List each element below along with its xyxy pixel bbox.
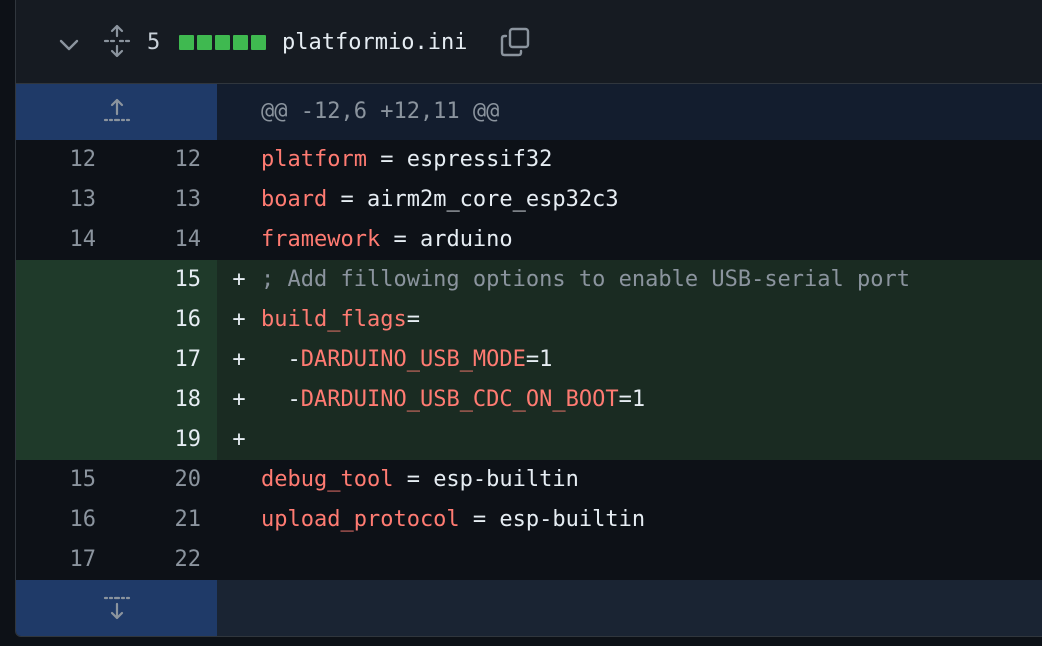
code-line: upload_protocol = esp-builtin xyxy=(217,500,1042,540)
context-line-row: 13 13 board = airm2m_core_esp32c3 xyxy=(16,180,1042,220)
diffstat-bar xyxy=(179,35,194,50)
code-value: = xyxy=(406,307,420,332)
old-line-number[interactable]: 13 xyxy=(16,180,97,220)
new-line-number[interactable]: 22 xyxy=(96,540,217,580)
diff-marker: + xyxy=(232,347,246,372)
expand-up-icon xyxy=(103,98,131,122)
old-line-number[interactable] xyxy=(16,260,96,300)
code-line: board = airm2m_core_esp32c3 xyxy=(217,180,1042,220)
new-line-number[interactable]: 20 xyxy=(96,460,217,500)
new-line-number[interactable]: 21 xyxy=(96,500,217,540)
code-key: board xyxy=(261,187,328,212)
old-line-number[interactable]: 12 xyxy=(16,140,97,180)
code-key: framework xyxy=(261,227,381,252)
code-comment: ; Add fillowing options to enable USB-se… xyxy=(261,267,911,292)
code-prefix: - xyxy=(261,387,301,412)
old-line-number[interactable] xyxy=(16,300,96,340)
changes-count: 5 xyxy=(147,30,161,55)
chevron-down-icon[interactable] xyxy=(58,34,80,56)
context-line-row: 15 20 debug_tool = esp-builtin xyxy=(16,460,1042,500)
new-line-number[interactable]: 16 xyxy=(96,300,217,340)
file-header: 5 platformio.ini xyxy=(16,0,1042,84)
code-value: = esp-builtin xyxy=(459,507,646,532)
copy-icon[interactable] xyxy=(499,26,531,58)
code-key: DARDUINO_USB_CDC_ON_BOOT xyxy=(300,387,619,412)
diffstat-bar xyxy=(197,35,212,50)
added-line-row: 18 + -DARDUINO_USB_CDC_ON_BOOT=1 xyxy=(16,380,1042,420)
old-line-number[interactable]: 15 xyxy=(16,460,97,500)
code-key: build_flags xyxy=(261,307,407,332)
unfold-icon[interactable] xyxy=(102,24,132,58)
code-prefix: - xyxy=(261,347,301,372)
hunk-footer-spacer xyxy=(217,580,1042,636)
code-value: = arduino xyxy=(380,227,513,252)
new-line-number[interactable]: 18 xyxy=(96,380,217,420)
expand-down-icon xyxy=(103,596,131,620)
code-key: debug_tool xyxy=(261,467,394,492)
old-line-number[interactable] xyxy=(16,380,96,420)
new-line-number[interactable]: 14 xyxy=(96,220,217,260)
old-line-number[interactable]: 17 xyxy=(16,540,97,580)
diffstat-bar xyxy=(233,35,248,50)
code-value: =1 xyxy=(525,347,553,372)
added-line-row: 17 + -DARDUINO_USB_MODE=1 xyxy=(16,340,1042,380)
code-line: debug_tool = esp-builtin xyxy=(217,460,1042,500)
diff-marker: + xyxy=(232,427,246,452)
code-line: + xyxy=(217,420,1042,460)
context-line-row: 12 12 platform = espressif32 xyxy=(16,140,1042,180)
added-line-row: 16 + build_flags= xyxy=(16,300,1042,340)
file-name-link[interactable]: platformio.ini xyxy=(282,28,467,58)
code-value: = esp-builtin xyxy=(393,467,579,492)
expand-up-button[interactable] xyxy=(16,84,217,140)
diff-marker: + xyxy=(232,307,246,332)
code-line: framework = arduino xyxy=(217,220,1042,260)
code-value: = airm2m_core_esp32c3 xyxy=(327,187,619,212)
diff-marker: + xyxy=(232,387,246,412)
diffstat-bars xyxy=(179,35,266,50)
hunk-header-text: @@ -12,6 +12,11 @@ xyxy=(217,84,1042,140)
diff-file-frame: 5 platformio.ini @@ -12,6 +12,11 @@ 12 12… xyxy=(15,0,1042,637)
old-line-number[interactable] xyxy=(16,420,96,460)
hunk-header-row: @@ -12,6 +12,11 @@ xyxy=(16,84,1042,140)
code-key: DARDUINO_USB_MODE xyxy=(300,347,526,372)
code-value: =1 xyxy=(618,387,646,412)
expand-down-button[interactable] xyxy=(16,580,217,636)
code-line: + -DARDUINO_USB_CDC_ON_BOOT=1 xyxy=(217,380,1042,420)
code-line: + ; Add fillowing options to enable USB-s… xyxy=(217,260,1042,300)
added-line-row: 15 + ; Add fillowing options to enable USB… xyxy=(16,260,1042,300)
diffstat-bar xyxy=(215,35,230,50)
code-line: + build_flags= xyxy=(217,300,1042,340)
new-line-number[interactable]: 15 xyxy=(96,260,217,300)
new-line-number[interactable]: 13 xyxy=(96,180,217,220)
old-line-number[interactable]: 16 xyxy=(16,500,97,540)
hunk-footer-row xyxy=(16,580,1042,636)
new-line-number[interactable]: 12 xyxy=(96,140,217,180)
new-line-number[interactable]: 19 xyxy=(96,420,217,460)
context-line-row: 16 21 upload_protocol = esp-builtin xyxy=(16,500,1042,540)
code-value: = espressif32 xyxy=(366,147,553,172)
code-key: platform xyxy=(261,147,367,172)
diff-lines: 12 12 platform = espressif32 13 13 board = ai… xyxy=(16,140,1042,580)
old-line-number[interactable]: 14 xyxy=(16,220,97,260)
new-line-number[interactable]: 17 xyxy=(96,340,217,380)
context-line-row: 14 14 framework = arduino xyxy=(16,220,1042,260)
old-line-number[interactable] xyxy=(16,340,96,380)
code-line: platform = espressif32 xyxy=(217,140,1042,180)
context-line-row: 17 22 xyxy=(16,540,1042,580)
code-line: + -DARDUINO_USB_MODE=1 xyxy=(217,340,1042,380)
diff-marker: + xyxy=(232,267,246,292)
added-line-row: 19 + xyxy=(16,420,1042,460)
code-key: upload_protocol xyxy=(261,507,460,532)
diffstat-bar xyxy=(251,35,266,50)
